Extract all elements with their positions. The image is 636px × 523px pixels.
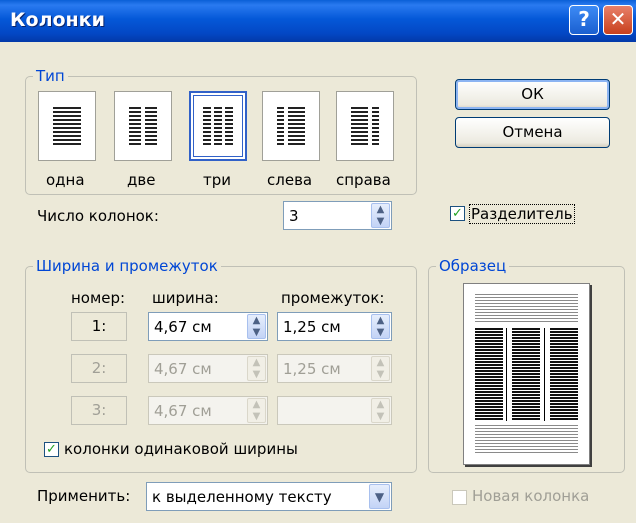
cancel-button[interactable]: Отмена: [455, 117, 610, 148]
check-icon: ✓: [452, 206, 463, 221]
preview-page: [463, 283, 590, 465]
title-bar: Колонки ? ✕: [0, 0, 636, 42]
col-number-header: номер:: [71, 289, 126, 307]
num-columns-label: Число колонок:: [37, 207, 159, 225]
col-3-spacing-spinner: ▲ ▼: [277, 396, 392, 425]
preview-text-lines-bottom: [475, 425, 578, 455]
three-columns-icon: [203, 107, 211, 147]
columns-dialog: Колонки ? ✕ Тип одна две три слева справ…: [0, 0, 636, 523]
separator-checkbox[interactable]: ✓: [450, 206, 465, 221]
spinner-arrows-icon: ▲ ▼: [247, 398, 266, 423]
preset-left[interactable]: [262, 91, 320, 161]
close-icon: ✕: [609, 7, 627, 31]
one-column-icon: [53, 107, 81, 147]
width-header: ширина:: [152, 289, 219, 307]
right-column-icon: [351, 107, 368, 147]
col-1-number: 1:: [71, 312, 127, 341]
spacing-header: промежуток:: [281, 289, 385, 307]
equal-width-label[interactable]: колонки одинаковой ширины: [64, 440, 298, 458]
separator-label[interactable]: Разделитель: [469, 204, 575, 224]
window-title: Колонки: [10, 9, 105, 31]
spinner-arrows-icon: ▲ ▼: [371, 398, 390, 423]
preset-two-label: две: [127, 171, 156, 189]
chevron-down-icon[interactable]: ▼: [369, 484, 390, 509]
col-3-number: 3:: [71, 396, 127, 425]
preset-one[interactable]: [38, 91, 96, 161]
preset-left-label: слева: [267, 171, 313, 189]
preset-three[interactable]: [189, 91, 247, 161]
left-column-icon: [277, 107, 284, 147]
preview-separator-2: [544, 328, 545, 421]
preset-one-label: одна: [46, 171, 85, 189]
preview-column-3: [550, 328, 578, 421]
new-column-checkbox: [452, 490, 467, 505]
preview-column-2: [512, 328, 540, 421]
col-2-number: 2:: [71, 354, 127, 383]
ok-button[interactable]: ОК: [455, 79, 610, 110]
preset-right-label: справа: [336, 171, 391, 189]
two-columns-icon: [129, 107, 141, 147]
col-1-spacing-spinner[interactable]: 1,25 см ▲ ▼: [277, 312, 392, 341]
preset-two[interactable]: [114, 91, 172, 161]
preset-three-label: три: [203, 171, 232, 189]
spinner-arrows-icon[interactable]: ▲ ▼: [371, 314, 390, 339]
preset-right[interactable]: [336, 91, 394, 161]
equal-width-checkbox[interactable]: ✓: [44, 442, 59, 457]
spinner-arrows-icon[interactable]: ▲ ▼: [371, 203, 390, 228]
check-icon: ✓: [46, 442, 57, 457]
apply-label: Применить:: [37, 487, 131, 505]
preview-separator-1: [506, 328, 507, 421]
col-2-spacing-spinner: 1,25 см ▲ ▼: [277, 354, 392, 383]
help-button[interactable]: ?: [569, 5, 599, 35]
close-button[interactable]: ✕: [603, 5, 633, 35]
preview-label: Образец: [436, 257, 510, 275]
col-2-width-spinner: 4,67 см ▲ ▼: [148, 354, 268, 383]
width-spacing-label: Ширина и промежуток: [33, 257, 221, 275]
new-column-label: Новая колонка: [472, 487, 590, 505]
apply-dropdown[interactable]: к выделенному тексту ▼: [146, 482, 392, 511]
spinner-arrows-icon: ▲ ▼: [371, 356, 390, 381]
spinner-arrows-icon[interactable]: ▲ ▼: [247, 314, 266, 339]
col-3-width-spinner: 4,67 см ▲ ▼: [148, 396, 268, 425]
type-group-label: Тип: [33, 67, 68, 85]
spinner-arrows-icon: ▲ ▼: [247, 356, 266, 381]
preview-text-lines: [475, 294, 578, 324]
num-columns-spinner[interactable]: 3 ▲ ▼: [283, 201, 392, 230]
preview-column-1: [475, 328, 503, 421]
col-1-width-spinner[interactable]: 4,67 см ▲ ▼: [148, 312, 268, 341]
help-icon: ?: [578, 7, 590, 31]
